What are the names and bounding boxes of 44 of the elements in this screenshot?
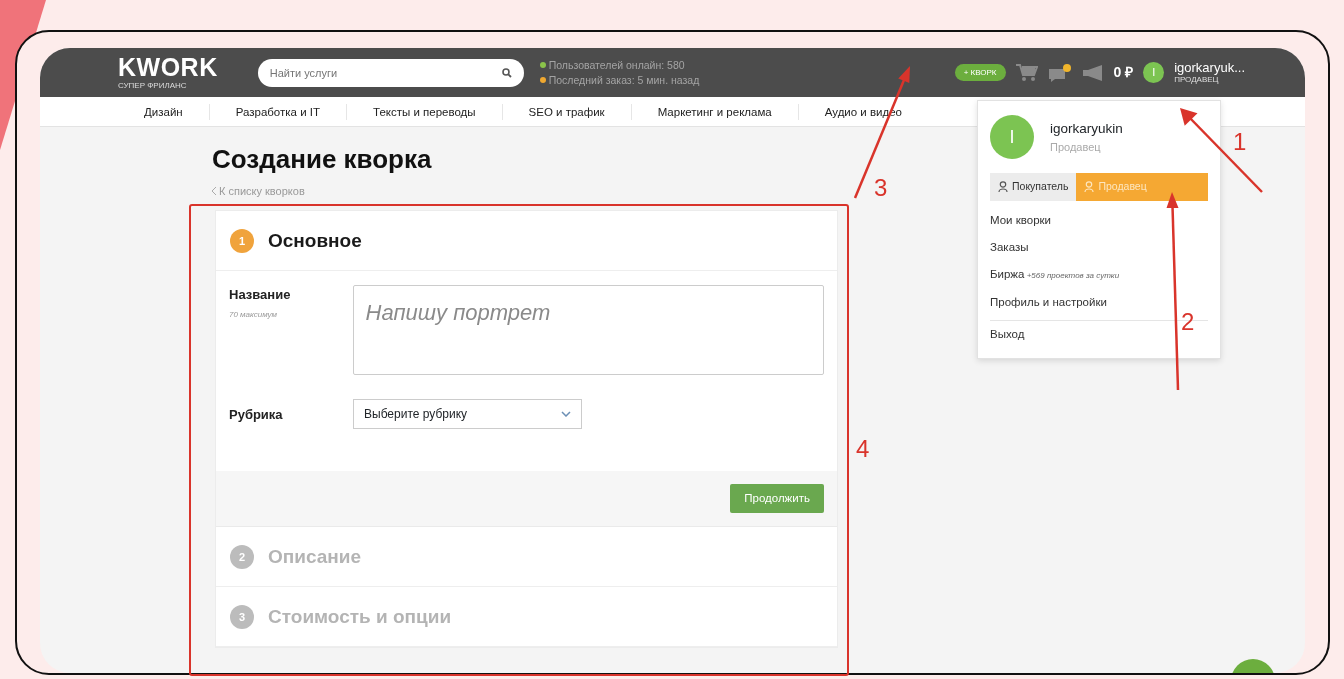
- user-role: Продавец: [1050, 139, 1102, 155]
- field-label: Название: [229, 286, 292, 305]
- step-title: Основное: [268, 228, 362, 253]
- annotation-number: 4: [856, 435, 870, 462]
- menu-item[interactable]: Заказы: [990, 234, 1029, 262]
- person-icon: [1084, 181, 1095, 193]
- chevron-down-icon: [561, 411, 571, 418]
- step-number: 3: [230, 604, 254, 629]
- menu-item[interactable]: Профиль и настройки: [990, 288, 1107, 316]
- category-link[interactable]: Разработка и IT: [209, 103, 347, 120]
- chevron-left-icon: [212, 187, 217, 196]
- stat-text: Последний заказ: 5 мин. назад: [548, 72, 700, 87]
- user-name[interactable]: igorkaryuk...: [1174, 61, 1245, 74]
- field-hint: 70 максимум: [229, 308, 279, 321]
- category-link[interactable]: SEO и трафик: [502, 103, 632, 120]
- field-label: Рубрика: [229, 405, 284, 424]
- search-field[interactable]: Найти услуги: [257, 58, 524, 87]
- person-icon: [998, 181, 1008, 193]
- menu-item[interactable]: Выход: [990, 320, 1025, 348]
- step-number: 1: [230, 228, 254, 253]
- balance-text[interactable]: 0 ₽: [1113, 62, 1134, 83]
- category-link[interactable]: Дизайн: [118, 103, 210, 120]
- stat-text: Пользователей онлайн: 580: [548, 58, 685, 73]
- title-field[interactable]: Напишу портрет: [352, 285, 824, 376]
- menu-item[interactable]: Биржа +569 проектов за сутки: [990, 261, 1120, 289]
- step-number: 2: [230, 544, 254, 569]
- search-icon[interactable]: [501, 67, 512, 78]
- annotation-number: 2: [1181, 308, 1195, 335]
- annotation-number: 3: [874, 174, 888, 201]
- user-role: ПРОДАВЕЦ: [1174, 76, 1220, 84]
- user-avatar: I: [990, 115, 1034, 159]
- chat-icon[interactable]: [1047, 63, 1072, 82]
- cart-icon[interactable]: [1015, 63, 1038, 82]
- logo-tagline: СУПЕР ФРИЛАНС: [118, 82, 188, 90]
- user-name: igorkaryukin: [1050, 119, 1123, 138]
- menu-item[interactable]: Мои кворки: [990, 206, 1051, 234]
- megaphone-icon[interactable]: [1081, 64, 1104, 81]
- annotation-number: 1: [1233, 128, 1247, 155]
- role-toggle[interactable]: Покупатель: [990, 173, 1077, 201]
- category-select[interactable]: Выберите рубрику: [353, 399, 582, 430]
- category-link[interactable]: Маркетинг и реклама: [631, 103, 799, 120]
- page-title: Создание кворка: [212, 145, 432, 174]
- category-link[interactable]: Тексты и переводы: [347, 103, 503, 120]
- logo[interactable]: KWORK: [118, 55, 218, 80]
